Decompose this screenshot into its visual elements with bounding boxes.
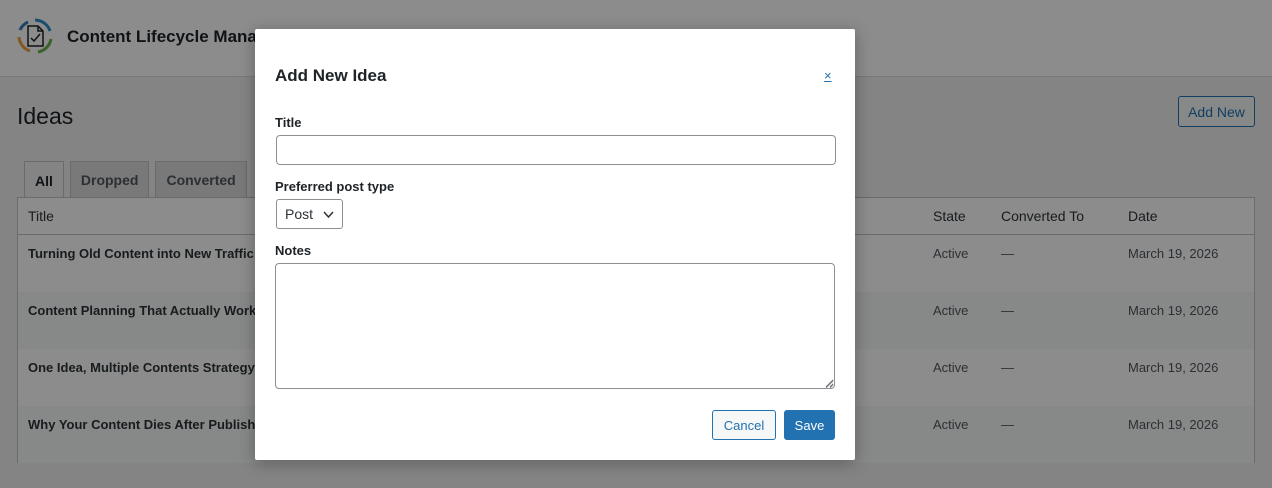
cancel-button[interactable]: Cancel [712,410,776,440]
resize-handle-icon[interactable] [824,379,834,389]
post-type-selected-value: Post [285,206,314,222]
title-label: Title [275,115,302,130]
add-idea-modal: Add New Idea × Title Preferred post type… [255,29,855,460]
close-button[interactable]: × [824,68,832,83]
post-type-select[interactable]: Post [276,199,343,229]
chevron-down-icon [323,211,334,219]
post-type-label: Preferred post type [275,179,395,194]
modal-title: Add New Idea [275,66,387,85]
notes-textarea[interactable] [275,263,835,389]
save-button[interactable]: Save [784,410,835,440]
notes-label: Notes [275,243,312,258]
title-input[interactable] [276,135,836,165]
